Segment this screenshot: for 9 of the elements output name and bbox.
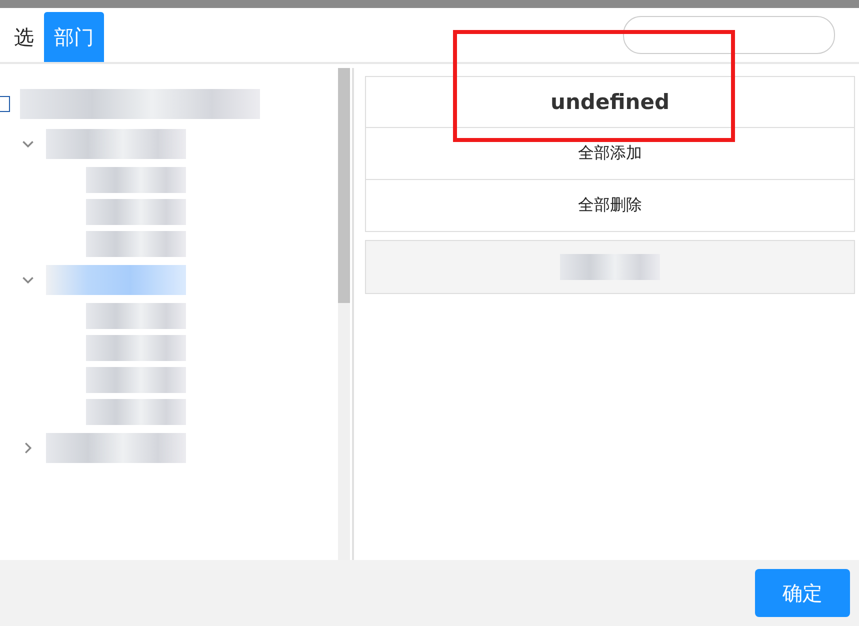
action-button[interactable]: 全部删除 bbox=[365, 180, 855, 232]
checkbox[interactable] bbox=[0, 96, 10, 112]
chevron-icon[interactable] bbox=[22, 138, 34, 150]
chevron-icon[interactable] bbox=[22, 274, 34, 286]
action-button[interactable]: undefined bbox=[365, 76, 855, 128]
scrollbar-thumb[interactable] bbox=[338, 68, 350, 303]
chevron-icon[interactable] bbox=[22, 442, 34, 454]
search-field[interactable] bbox=[623, 16, 835, 54]
action-button[interactable]: 全部添加 bbox=[365, 128, 855, 180]
